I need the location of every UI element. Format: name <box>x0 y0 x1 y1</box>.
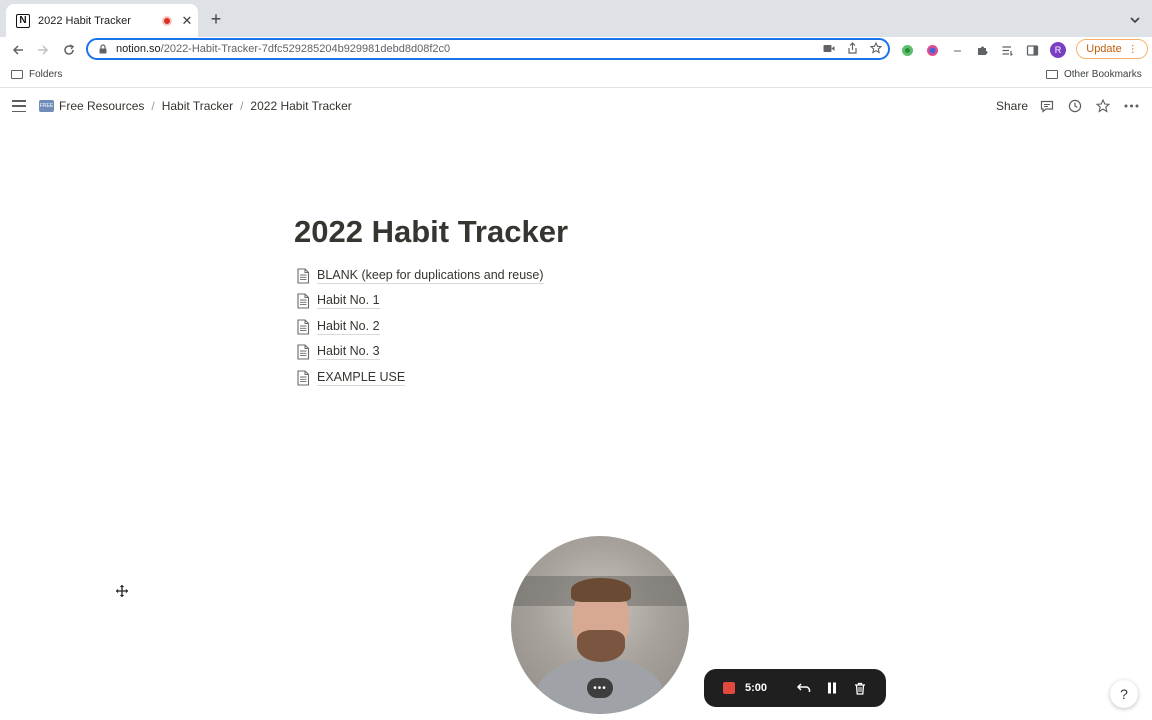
lock-icon <box>99 44 107 54</box>
breadcrumb: FREE Free Resources / Habit Tracker / 20… <box>39 99 352 113</box>
update-button[interactable]: Update ⋮ <box>1076 39 1148 59</box>
page-title[interactable]: 2022 Habit Tracker <box>294 214 568 250</box>
tab-title: 2022 Habit Tracker <box>38 14 131 27</box>
breadcrumb-separator: / <box>240 99 244 113</box>
subpage-link-example-use[interactable]: EXAMPLE USE <box>296 365 696 391</box>
profile-avatar[interactable]: R <box>1050 42 1066 58</box>
side-panel-icon[interactable] <box>1025 43 1039 57</box>
bookmark-folders[interactable]: Folders <box>11 69 62 80</box>
updates-clock-icon[interactable] <box>1067 98 1083 114</box>
pause-icon[interactable] <box>823 679 841 697</box>
webcam-bubble[interactable]: ••• <box>511 536 689 714</box>
breadcrumb-current-page[interactable]: 2022 Habit Tracker <box>250 99 351 113</box>
breadcrumb-free-resources[interactable]: Free Resources <box>59 99 144 113</box>
free-badge-icon: FREE <box>39 100 54 112</box>
address-bar[interactable]: notion.so/2022-Habit-Tracker-7dfc5292852… <box>86 38 890 60</box>
browser-tab[interactable]: N 2022 Habit Tracker ✕ <box>6 4 198 37</box>
bookmark-other[interactable]: Other Bookmarks <box>1046 69 1142 80</box>
breadcrumb-separator: / <box>151 99 155 113</box>
subpage-list: BLANK (keep for duplications and reuse) … <box>296 263 696 391</box>
extension-color-icon[interactable] <box>925 43 939 57</box>
subpage-title: Habit No. 3 <box>317 344 380 361</box>
browser-toolbar: notion.so/2022-Habit-Tracker-7dfc5292852… <box>0 37 1152 65</box>
new-tab-button[interactable]: + <box>207 9 225 29</box>
forward-button[interactable] <box>33 40 53 60</box>
url-text: notion.so/2022-Habit-Tracker-7dfc5292852… <box>116 43 450 55</box>
page-document-icon <box>297 370 310 386</box>
subpage-link-habit-2[interactable]: Habit No. 2 <box>296 314 696 340</box>
favorite-star-icon[interactable] <box>1095 98 1111 114</box>
tab-search-chevron-icon[interactable] <box>1130 11 1140 29</box>
folder-icon <box>11 70 23 79</box>
extension-dash-icon[interactable] <box>950 43 964 57</box>
bookmark-star-icon[interactable] <box>869 41 883 57</box>
recording-indicator-icon <box>162 15 172 26</box>
recording-timer: 5:00 <box>745 682 768 694</box>
breadcrumb-habit-tracker[interactable]: Habit Tracker <box>162 99 233 113</box>
stop-recording-button[interactable] <box>723 682 735 694</box>
reading-list-icon[interactable] <box>1000 43 1014 57</box>
more-vertical-icon: ⋮ <box>1127 43 1138 55</box>
bookmark-folders-label: Folders <box>29 69 63 80</box>
recording-controls: 5:00 <box>704 669 886 707</box>
comments-icon[interactable] <box>1039 98 1055 114</box>
delete-trash-icon[interactable] <box>851 679 869 697</box>
share-button[interactable]: Share <box>996 99 1028 113</box>
folder-icon <box>1046 70 1058 79</box>
subpage-title: Habit No. 1 <box>317 293 380 310</box>
subpage-link-habit-3[interactable]: Habit No. 3 <box>296 340 696 366</box>
update-label: Update <box>1086 43 1122 55</box>
subpage-link-blank[interactable]: BLANK (keep for duplications and reuse) <box>296 263 696 289</box>
url-host: notion.so <box>116 43 161 55</box>
page-document-icon <box>297 293 310 309</box>
extension-green-icon[interactable] <box>900 43 914 57</box>
subpage-link-habit-1[interactable]: Habit No. 1 <box>296 289 696 315</box>
camera-in-use-icon[interactable] <box>823 44 835 56</box>
subpage-title: Habit No. 2 <box>317 318 380 335</box>
more-options-icon[interactable] <box>1123 98 1139 114</box>
page-document-icon <box>297 344 310 360</box>
url-path: /2022-Habit-Tracker-7dfc529285204b929981… <box>160 43 451 55</box>
extensions-puzzle-icon[interactable] <box>975 43 989 57</box>
notion-favicon-icon: N <box>16 13 30 28</box>
help-button[interactable]: ? <box>1110 680 1138 708</box>
subpage-title: EXAMPLE USE <box>317 369 406 386</box>
page-document-icon <box>297 268 310 284</box>
close-tab-icon[interactable]: ✕ <box>180 13 194 29</box>
page-document-icon <box>297 319 310 335</box>
back-button[interactable] <box>8 40 28 60</box>
move-cursor-icon <box>115 584 129 598</box>
subpage-title: BLANK (keep for duplications and reuse) <box>317 267 544 284</box>
bookmarks-bar: Folders Other Bookmarks <box>0 65 1152 88</box>
reload-button[interactable] <box>59 40 79 60</box>
notion-topbar: FREE Free Resources / Habit Tracker / 20… <box>0 95 1152 119</box>
sidebar-menu-icon[interactable] <box>12 100 26 112</box>
restart-undo-icon[interactable] <box>795 679 813 697</box>
bookmark-other-label: Other Bookmarks <box>1064 69 1142 80</box>
browser-tab-bar: N 2022 Habit Tracker ✕ + <box>0 0 1152 37</box>
share-page-icon[interactable] <box>847 42 858 57</box>
webcam-menu-button[interactable]: ••• <box>587 678 613 698</box>
